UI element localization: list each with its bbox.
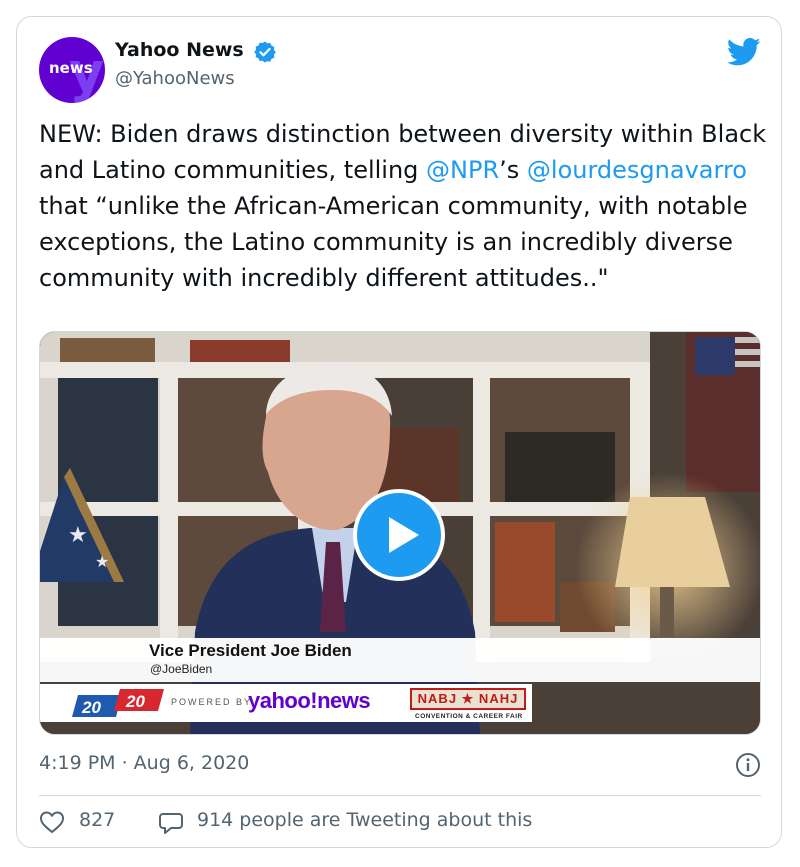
- author-handle[interactable]: @YahooNews: [115, 68, 235, 89]
- tweet-text-part: ’s: [499, 156, 527, 184]
- tweet-text: NEW: Biden draws distinction between div…: [39, 116, 769, 296]
- nabj-nahj-logo: NABJ ★ NAHJ: [410, 688, 526, 710]
- svg-text:★: ★: [68, 523, 88, 548]
- logo-2020-left: 20: [81, 698, 101, 717]
- video-player[interactable]: ★ ★ Vice President Joe Biden @JoeBiden 2…: [39, 331, 761, 735]
- mention-link-lourdesgnavarro[interactable]: @lourdesgnavarro: [527, 156, 747, 184]
- caption-handle: @JoeBiden: [150, 662, 213, 676]
- play-icon[interactable]: [353, 489, 445, 581]
- heart-icon[interactable]: [39, 810, 65, 834]
- tweet-timestamp[interactable]: 4:19 PM · Aug 6, 2020: [39, 752, 249, 774]
- avatar-text: news: [49, 59, 93, 77]
- tweet-card: y news Yahoo News @YahooNews NEW: Biden …: [16, 16, 782, 848]
- info-icon[interactable]: [735, 752, 761, 778]
- author-name[interactable]: Yahoo News: [115, 39, 244, 61]
- logo-2020-right: 20: [125, 692, 145, 711]
- powered-by-label: POWERED BY: [171, 697, 253, 707]
- logo-2020: 20 20: [72, 689, 164, 717]
- verified-badge-icon: [254, 41, 276, 63]
- tweet-text-part: that “unlike the African-American commun…: [39, 192, 748, 292]
- twitter-bird-icon[interactable]: [727, 37, 761, 67]
- mention-link-npr[interactable]: @NPR: [426, 156, 499, 184]
- convention-label: CONVENTION & CAREER FAIR: [415, 713, 523, 720]
- avatar[interactable]: y news: [39, 37, 105, 103]
- yahoo-news-logo: yahoo!news: [248, 688, 371, 713]
- divider: [39, 795, 761, 796]
- caption-name: Vice President Joe Biden: [149, 641, 352, 660]
- svg-text:★: ★: [95, 552, 109, 571]
- speech-bubble-icon[interactable]: [158, 810, 184, 836]
- reply-count-text[interactable]: 914 people are Tweeting about this: [197, 809, 532, 831]
- like-count[interactable]: 827: [79, 809, 115, 831]
